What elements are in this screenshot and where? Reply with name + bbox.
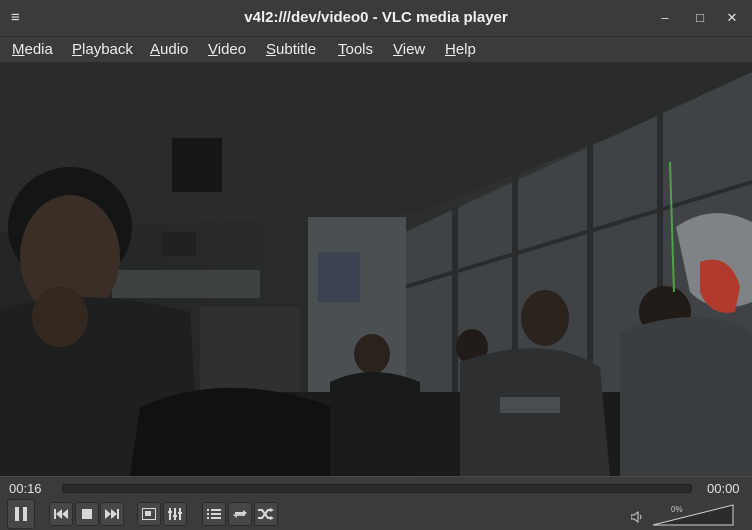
fullscreen-button[interactable] [137, 502, 161, 526]
stop-icon [82, 509, 92, 519]
next-button[interactable] [100, 502, 124, 526]
equalizer-icon [168, 508, 182, 520]
ceiling-vent [172, 138, 222, 192]
extended-settings-button[interactable] [163, 502, 187, 526]
menu-help[interactable]: Help [445, 41, 476, 58]
seek-slider[interactable] [62, 484, 692, 493]
skip-previous-icon [54, 509, 68, 519]
remaining-time: 00:00 [707, 481, 740, 496]
playlist-button[interactable] [202, 502, 226, 526]
video-output[interactable] [0, 62, 752, 476]
menu-video[interactable]: Video [208, 41, 246, 58]
pause-icon [15, 507, 27, 521]
loop-button[interactable] [228, 502, 252, 526]
playlist-icon [207, 509, 221, 519]
control-bar: 00:16 00:00 0% [0, 477, 752, 530]
fullscreen-icon [142, 508, 156, 520]
maximize-button[interactable]: □ [689, 7, 711, 29]
menu-subtitle[interactable]: Subtitle [266, 41, 316, 58]
menu-bar: Media Playback Audio Video Subtitle Tool… [0, 37, 752, 63]
close-button[interactable]: ✕ [721, 7, 743, 29]
menu-media[interactable]: Media [12, 41, 53, 58]
pause-button[interactable] [7, 499, 35, 529]
person-plaid [620, 317, 752, 476]
menu-view[interactable]: View [393, 41, 425, 58]
previous-button[interactable] [49, 502, 73, 526]
menu-playback[interactable]: Playback [72, 41, 133, 58]
menu-tools[interactable]: Tools [338, 41, 373, 58]
shuffle-icon [258, 508, 274, 520]
window-title: v4l2:///dev/video0 - VLC media player [244, 9, 508, 26]
volume-slider[interactable] [652, 504, 734, 526]
elapsed-time: 00:16 [9, 481, 42, 496]
speaker-icon[interactable] [631, 511, 643, 523]
minimize-button[interactable]: – [654, 7, 676, 29]
title-bar: ≡ v4l2:///dev/video0 - VLC media player … [0, 0, 752, 37]
loop-icon [233, 510, 247, 518]
skip-next-icon [105, 509, 119, 519]
stop-button[interactable] [75, 502, 99, 526]
menu-audio[interactable]: Audio [150, 41, 188, 58]
webcam-scene [0, 62, 752, 476]
random-button[interactable] [254, 502, 278, 526]
air-conditioner [112, 270, 260, 298]
